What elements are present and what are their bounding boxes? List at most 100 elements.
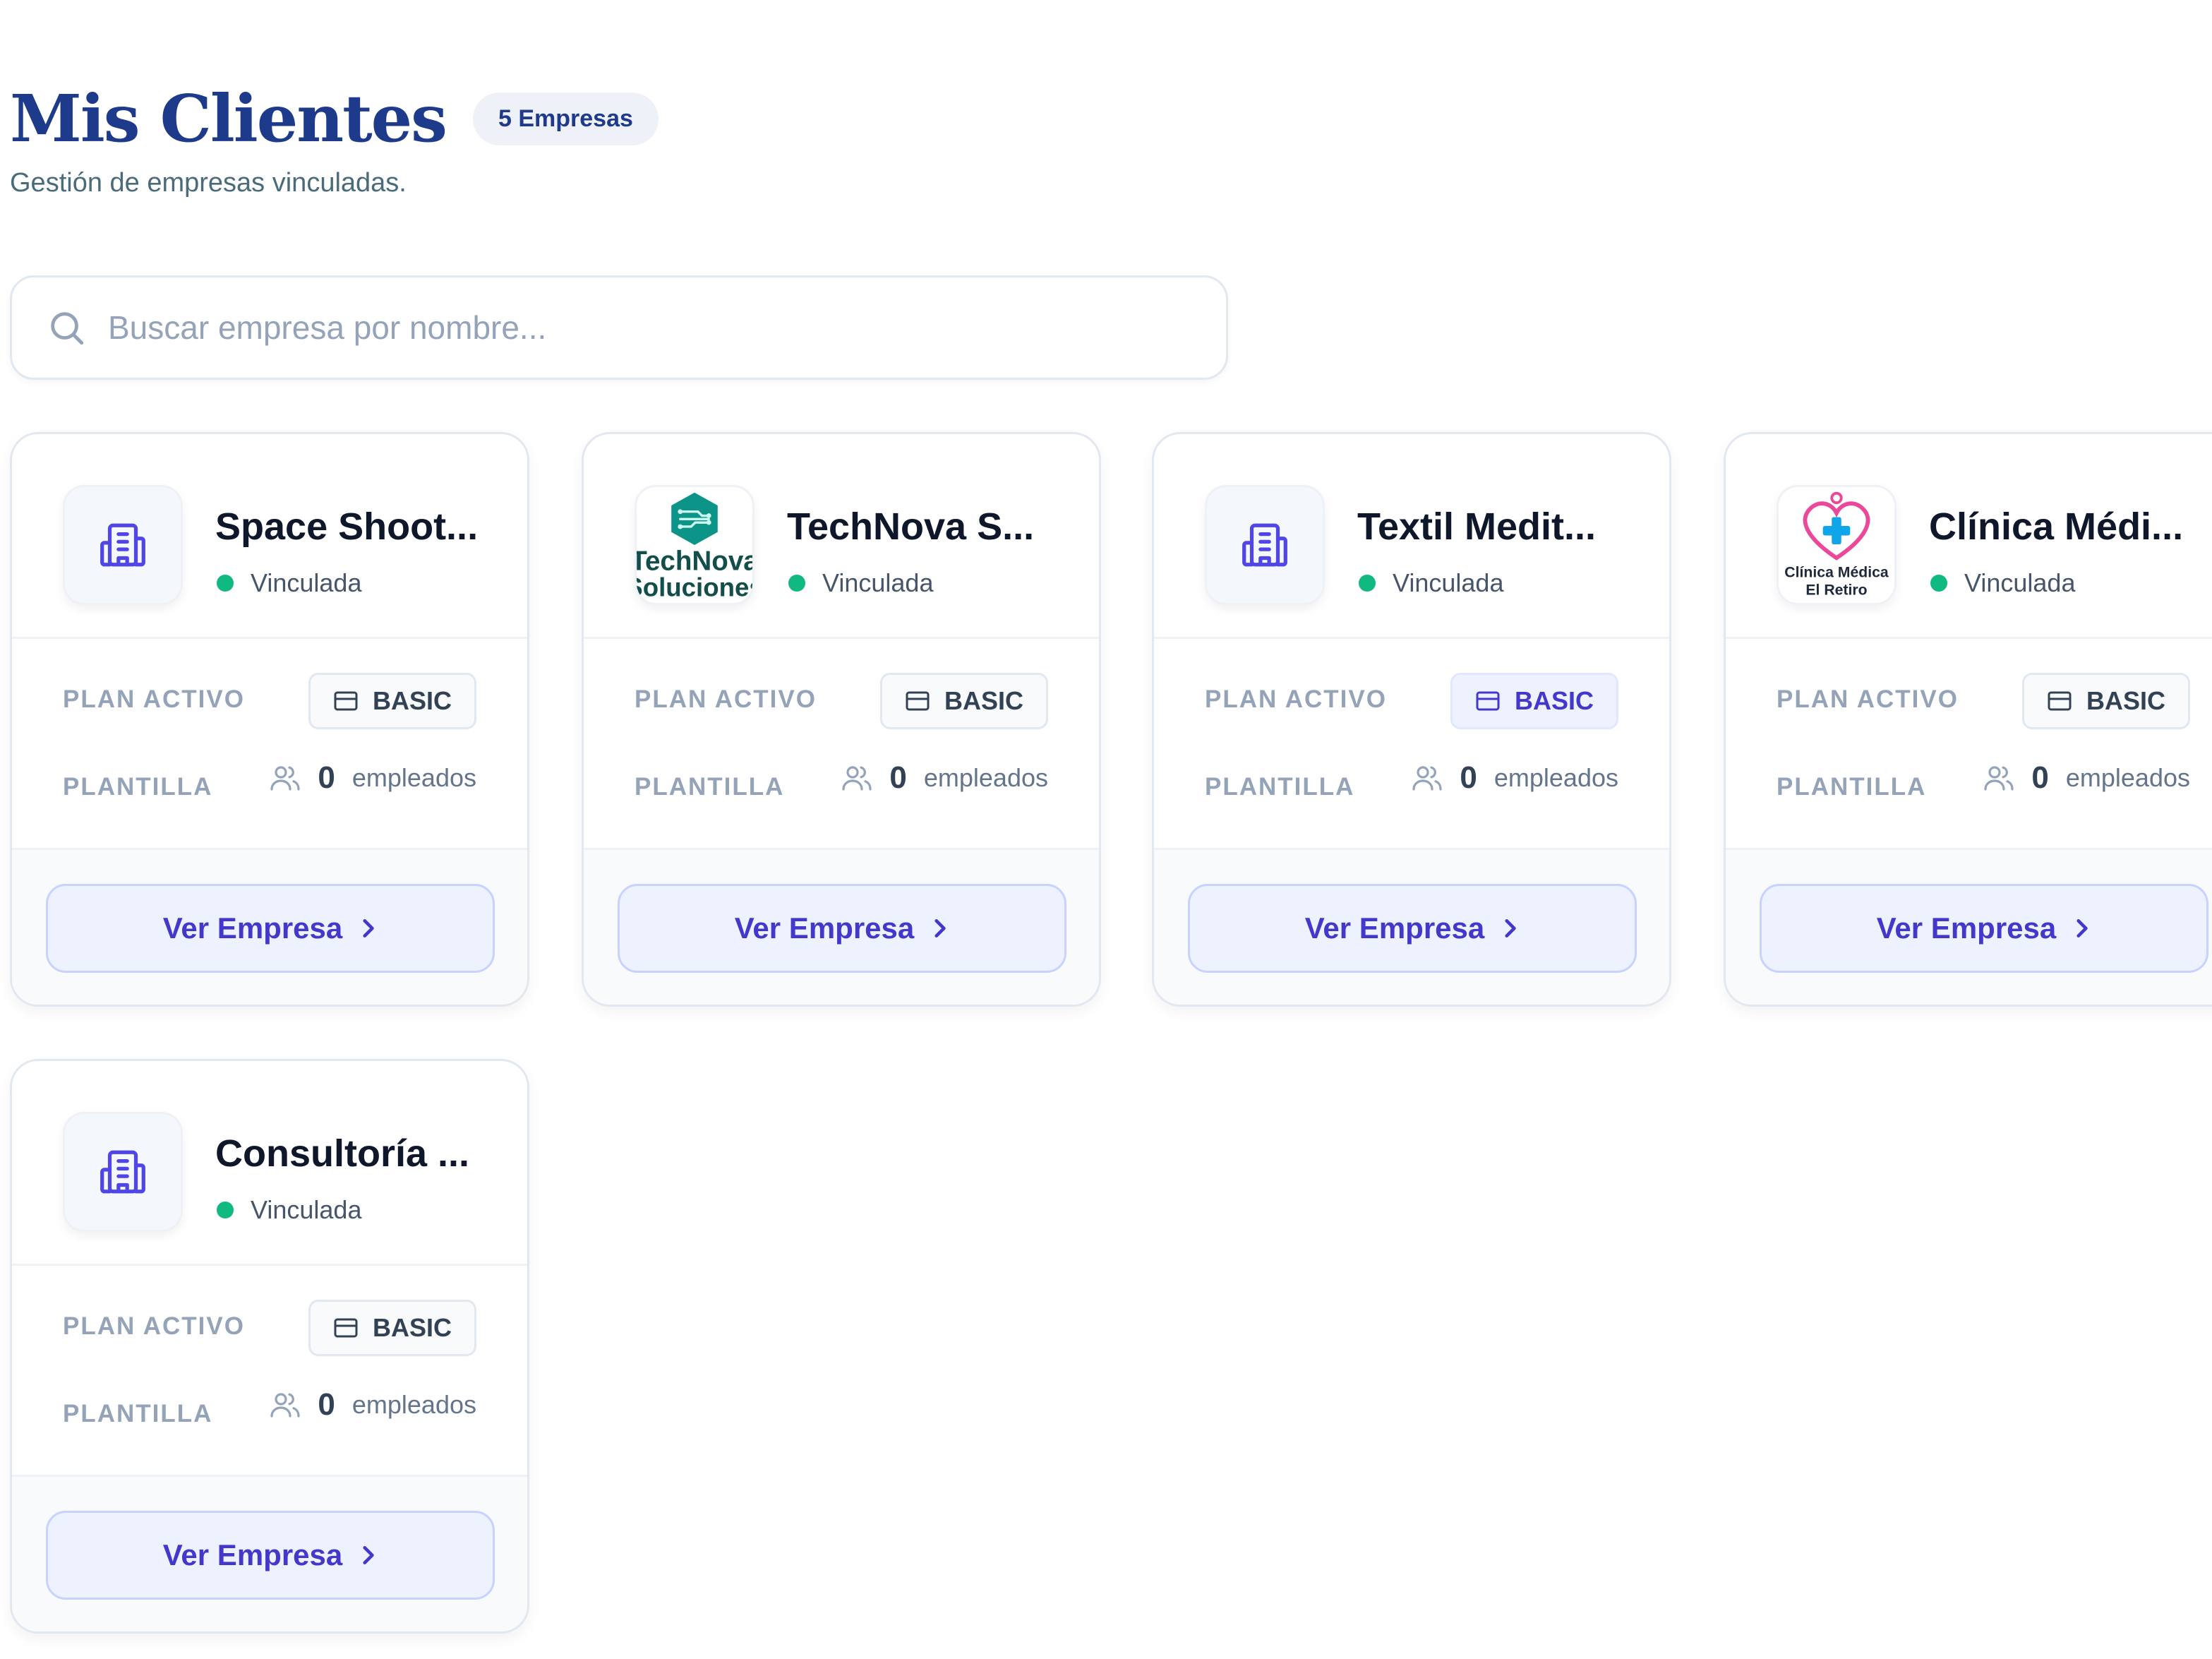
card-footer: Ver Empresa <box>12 848 527 1005</box>
plan-label: PLAN ACTIVO <box>63 685 245 713</box>
search-input[interactable] <box>108 309 1167 347</box>
staff-info: 0 empleados <box>840 760 1048 796</box>
logo-text-line1: TechNova <box>637 546 752 577</box>
staff-info: 0 empleados <box>268 1387 476 1423</box>
employee-count: 0 <box>318 760 335 795</box>
plan-label: PLAN ACTIVO <box>1205 685 1387 713</box>
company-card: TechNovaSoluciones TechNova S... Vinculada… <box>582 432 1101 1007</box>
chevron-right-icon <box>2076 919 2088 938</box>
company-card: Clínica Médica El Retiro Clínica Médi... Vi… <box>1724 432 2212 1007</box>
view-company-label: Ver Empresa <box>1304 911 1485 945</box>
status-indicator: Vinculada <box>217 1195 361 1225</box>
employee-unit: empleados <box>2065 763 2190 792</box>
status-indicator: Vinculada <box>217 568 361 598</box>
card-body: PLAN ACTIVO BASIC PLANTILLA 0 empleados <box>1726 639 2212 848</box>
status-text: Vinculada <box>251 568 362 597</box>
plan-badge: BASIC <box>308 1300 476 1356</box>
page-header: Mis Clientes 5 Empresas <box>10 76 659 161</box>
company-logo: Clínica Médica El Retiro <box>1777 485 1897 605</box>
plan-name: BASIC <box>372 1313 452 1342</box>
card-footer: Ver Empresa <box>1726 848 2212 1005</box>
card-header: Space Shoot... Vinculada <box>12 434 527 639</box>
staff-label: PLANTILLA <box>63 1400 213 1427</box>
credit-card-icon <box>906 691 930 711</box>
card-header: Textil Medit... Vinculada <box>1154 434 1669 639</box>
card-body: PLAN ACTIVO BASIC PLANTILLA 0 empleados <box>12 1266 527 1475</box>
employee-unit: empleados <box>351 763 476 792</box>
plan-label: PLAN ACTIVO <box>1777 685 1959 713</box>
card-footer: Ver Empresa <box>584 848 1099 1005</box>
status-dot-icon <box>217 1202 234 1218</box>
card-header: TechNovaSoluciones TechNova S... Vinculada <box>584 434 1099 639</box>
company-name: Clínica Médi... <box>1929 505 2184 548</box>
staff-label: PLANTILLA <box>63 773 213 801</box>
staff-label: PLANTILLA <box>1777 773 1927 801</box>
chevron-right-icon <box>363 1546 374 1564</box>
chevron-right-icon <box>934 919 946 938</box>
users-icon <box>842 766 872 791</box>
employee-unit: empleados <box>1493 763 1618 792</box>
company-logo <box>1205 485 1325 605</box>
card-header: Consultoría ... Vinculada <box>12 1061 527 1266</box>
plan-badge: BASIC <box>2021 673 2190 729</box>
staff-label: PLANTILLA <box>1205 773 1355 801</box>
company-name: TechNova S... <box>787 505 1035 548</box>
status-indicator: Vinculada <box>1930 568 2075 598</box>
status-dot-icon <box>788 575 805 592</box>
status-text: Vinculada <box>1964 568 2076 597</box>
status-indicator: Vinculada <box>1359 568 1503 598</box>
chevron-right-icon <box>363 919 374 938</box>
building-icon <box>100 1150 145 1194</box>
staff-info: 0 empleados <box>1982 760 2190 796</box>
chevron-right-icon <box>1505 919 1516 938</box>
view-company-button[interactable]: Ver Empresa <box>1188 884 1637 973</box>
plan-badge: BASIC <box>879 673 1048 729</box>
staff-info: 0 empleados <box>268 760 476 796</box>
building-icon <box>100 523 145 567</box>
logo-text-line2: El Retiro <box>1805 582 1867 598</box>
clients-page: Mis Clientes 5 Empresas Gestión de empre… <box>0 0 2212 1659</box>
view-company-button[interactable]: Ver Empresa <box>1760 884 2208 973</box>
view-company-label: Ver Empresa <box>1876 911 2057 945</box>
users-icon <box>270 766 300 791</box>
page-title: Mis Clientes <box>10 80 447 157</box>
view-company-button[interactable]: Ver Empresa <box>46 884 495 973</box>
plan-label: PLAN ACTIVO <box>635 685 817 713</box>
search-box[interactable] <box>10 275 1228 380</box>
view-company-button[interactable]: Ver Empresa <box>46 1511 495 1600</box>
view-company-label: Ver Empresa <box>734 911 915 945</box>
plan-name: BASIC <box>1514 686 1594 715</box>
employee-count: 0 <box>318 1387 335 1422</box>
company-card: Textil Medit... Vinculada PLAN ACTIVO BASIC… <box>1152 432 1671 1007</box>
card-body: PLAN ACTIVO BASIC PLANTILLA 0 empleados <box>12 639 527 848</box>
users-icon <box>1412 766 1442 791</box>
staff-info: 0 empleados <box>1410 760 1618 796</box>
technova-logo: TechNovaSoluciones <box>637 492 752 601</box>
company-logo <box>63 1112 183 1232</box>
logo-text-line2: Soluciones <box>637 573 752 601</box>
employee-count: 0 <box>2031 760 2049 795</box>
card-body: PLAN ACTIVO BASIC PLANTILLA 0 empleados <box>584 639 1099 848</box>
status-dot-icon <box>1930 575 1947 592</box>
building-icon <box>1242 523 1287 567</box>
status-text: Vinculada <box>1393 568 1504 597</box>
employee-unit: empleados <box>923 763 1048 792</box>
company-logo <box>63 485 183 605</box>
company-count-badge: 5 Empresas <box>472 92 659 145</box>
employee-count: 0 <box>1460 760 1477 795</box>
status-indicator: Vinculada <box>788 568 933 598</box>
card-body: PLAN ACTIVO BASIC PLANTILLA 0 empleados <box>1154 639 1669 848</box>
card-header: Clínica Médica El Retiro Clínica Médi... Vi… <box>1726 434 2212 639</box>
view-company-button[interactable]: Ver Empresa <box>618 884 1066 973</box>
plan-name: BASIC <box>944 686 1023 715</box>
card-footer: Ver Empresa <box>12 1475 527 1631</box>
credit-card-icon <box>1476 691 1500 711</box>
clinica-logo: Clínica Médica El Retiro <box>1784 491 1889 598</box>
employee-count: 0 <box>889 760 907 795</box>
status-dot-icon <box>1359 575 1376 592</box>
company-card: Space Shoot... Vinculada PLAN ACTIVO BASIC P… <box>10 432 529 1007</box>
company-name: Textil Medit... <box>1357 505 1597 548</box>
page-subtitle: Gestión de empresas vinculadas. <box>10 168 407 198</box>
plan-name: BASIC <box>372 686 452 715</box>
staff-label: PLANTILLA <box>635 773 785 801</box>
